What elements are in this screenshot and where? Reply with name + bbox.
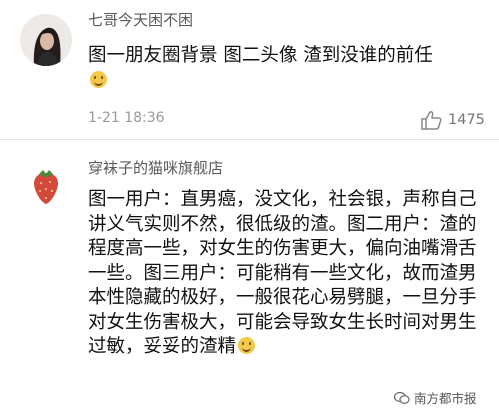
wechat-channel-icon [394, 391, 410, 404]
avatar[interactable] [20, 14, 72, 66]
comment-text: 图一朋友圈背景 图二头像 渣到没谁的前任 [88, 44, 492, 93]
thumbs-up-icon [421, 111, 442, 130]
comment-username[interactable]: 穿袜子的猫咪旗舰店 [88, 157, 223, 178]
smile-emoji-icon [238, 337, 256, 354]
comment-username[interactable]: 七哥今天困不困 [88, 9, 193, 30]
comment-timestamp: 1-21 18:36 [88, 110, 165, 126]
woman-portrait-avatar-icon [20, 14, 72, 66]
source-watermark: 南方都市报 [394, 388, 477, 407]
like-count: 1475 [448, 112, 485, 128]
comment-item: 穿袜子的猫咪旗舰店 图一用户：直男癌，没文化，社会银，声称自己讲义气实则不然，很… [0, 140, 499, 414]
avatar[interactable] [20, 158, 72, 210]
watermark-text: 南方都市报 [414, 391, 477, 406]
comment-item: 七哥今天困不困 图一朋友圈背景 图二头像 渣到没谁的前任 1-21 18:36 … [0, 0, 499, 140]
comment-text: 图一用户：直男癌，没文化，社会银，声称自己讲义气实则不然，很低级的渣。图二用户：… [88, 189, 477, 357]
like-button[interactable]: 1475 [420, 110, 485, 130]
strawberry-avatar-icon [20, 158, 72, 210]
smile-emoji-icon [90, 70, 107, 88]
